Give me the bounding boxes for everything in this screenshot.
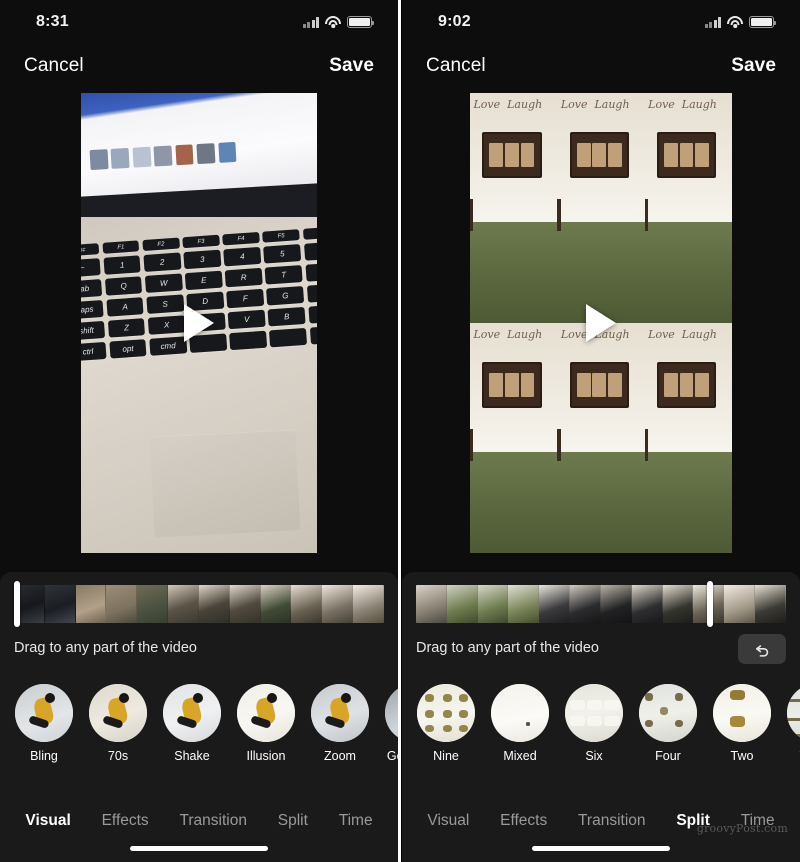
video-preview-area[interactable]: Love Laugh Love Laugh Love Laugh Love La…: [402, 88, 800, 558]
play-icon[interactable]: [586, 304, 616, 342]
split-item-six[interactable]: Six: [564, 684, 624, 763]
timeline-playhead[interactable]: [14, 581, 20, 627]
tab-split[interactable]: Split: [278, 812, 308, 830]
battery-icon: [749, 16, 777, 28]
tab-transition[interactable]: Transition: [578, 812, 645, 830]
screenshot-stage: 8:31 Cancel Save escF1F2F3F4F5F6: [0, 0, 800, 862]
status-clock: 8:31: [36, 13, 69, 30]
video-preview-area[interactable]: escF1F2F3F4F5F6 ~123456 tabQWERTY capsAS…: [0, 88, 398, 558]
editor-sheet: Drag to any part of the video Bling 70s …: [0, 572, 398, 862]
cellular-signal-icon: [704, 16, 721, 28]
phone-screenshot-right: 9:02 Cancel Save Love Laugh Love Laugh L…: [402, 0, 800, 862]
effect-item-70s[interactable]: 70s: [88, 684, 148, 763]
effect-item-gold-powder[interactable]: Gold Pow: [384, 684, 398, 763]
editor-tabs[interactable]: Visual Effects Transition Split Time: [0, 812, 398, 830]
effect-thumbnail: [237, 684, 295, 742]
home-indicator: [130, 845, 268, 851]
effect-label: Gold Pow: [386, 749, 398, 763]
cellular-signal-icon: [302, 16, 319, 28]
status-icons: [704, 16, 777, 28]
tab-visual[interactable]: Visual: [25, 812, 70, 830]
battery-icon: [347, 16, 375, 28]
effect-thumbnail: [311, 684, 369, 742]
video-preview-right[interactable]: Love Laugh Love Laugh Love Laugh Love La…: [470, 93, 732, 553]
effect-item-bling[interactable]: Bling: [14, 684, 74, 763]
split-item-four[interactable]: Four: [638, 684, 698, 763]
effect-thumbnail: [385, 684, 398, 742]
undo-icon: [755, 644, 768, 657]
status-bar: 9:02: [402, 0, 800, 44]
split-label: Six: [585, 749, 603, 763]
timeline-hint: Drag to any part of the video: [416, 640, 599, 656]
split-thumbnail: [713, 684, 771, 742]
status-clock: 9:02: [438, 13, 471, 30]
tab-visual[interactable]: Visual: [427, 812, 469, 830]
cancel-button[interactable]: Cancel: [24, 55, 84, 77]
tab-transition[interactable]: Transition: [179, 812, 246, 830]
timeline-playhead[interactable]: [707, 581, 713, 627]
editor-sheet: Drag to any part of the video Nine Mixed: [402, 572, 800, 862]
effect-label: Shake: [174, 749, 210, 763]
nav-bar: Cancel Save: [402, 44, 800, 88]
effect-label: 70s: [107, 749, 129, 763]
panel-divider: [398, 0, 401, 862]
status-icons: [302, 16, 375, 28]
phone-screenshot-left: 8:31 Cancel Save escF1F2F3F4F5F6: [0, 0, 398, 862]
effects-carousel[interactable]: Bling 70s Shake Illusion Zoom G: [0, 678, 398, 763]
split-thumbnail: [491, 684, 549, 742]
timeline-hint-row: Drag to any part of the video: [0, 634, 398, 678]
video-preview-left[interactable]: escF1F2F3F4F5F6 ~123456 tabQWERTY capsAS…: [81, 93, 317, 553]
nav-bar: Cancel Save: [0, 44, 398, 88]
save-button[interactable]: Save: [731, 55, 776, 77]
wifi-icon: [727, 16, 743, 28]
effect-label: Zoom: [324, 749, 356, 763]
play-icon[interactable]: [184, 304, 214, 342]
split-thumbnail: [565, 684, 623, 742]
watermark: groovyPost.com: [696, 822, 788, 835]
timeline-row[interactable]: [402, 572, 800, 634]
tab-time[interactable]: Time: [339, 812, 373, 830]
effect-item-illusion[interactable]: Illusion: [236, 684, 296, 763]
split-thumbnail: [417, 684, 475, 742]
effect-thumbnail: [163, 684, 221, 742]
tab-effects[interactable]: Effects: [102, 812, 149, 830]
split-item-two[interactable]: Two: [712, 684, 772, 763]
timeline-row[interactable]: [0, 572, 398, 634]
home-indicator: [532, 845, 670, 851]
split-label: Mixed: [503, 749, 537, 763]
split-item-mixed[interactable]: Mixed: [490, 684, 550, 763]
timeline-hint: Drag to any part of the video: [14, 640, 197, 656]
split-label: Two: [730, 749, 754, 763]
effect-thumbnail: [89, 684, 147, 742]
split-label: Four: [655, 749, 681, 763]
split-thumbnail: [787, 684, 800, 742]
effect-thumbnail: [15, 684, 73, 742]
split-options-carousel[interactable]: Nine Mixed Six Four Two: [402, 678, 800, 763]
filmstrip[interactable]: [416, 585, 786, 623]
split-item-three[interactable]: Three: [786, 684, 800, 763]
undo-button[interactable]: [738, 634, 786, 664]
cancel-button[interactable]: Cancel: [426, 55, 486, 77]
tab-effects[interactable]: Effects: [500, 812, 547, 830]
split-label: Nine: [433, 749, 459, 763]
split-thumbnail: [639, 684, 697, 742]
timeline-hint-row: Drag to any part of the video: [402, 634, 800, 678]
effect-label: Illusion: [246, 749, 286, 763]
split-item-nine[interactable]: Nine: [416, 684, 476, 763]
filmstrip[interactable]: [14, 585, 384, 623]
effect-label: Bling: [30, 749, 58, 763]
effect-item-shake[interactable]: Shake: [162, 684, 222, 763]
save-button[interactable]: Save: [329, 55, 374, 77]
effect-item-zoom[interactable]: Zoom: [310, 684, 370, 763]
status-bar: 8:31: [0, 0, 398, 44]
wifi-icon: [325, 16, 341, 28]
split-label: Three: [786, 749, 800, 763]
